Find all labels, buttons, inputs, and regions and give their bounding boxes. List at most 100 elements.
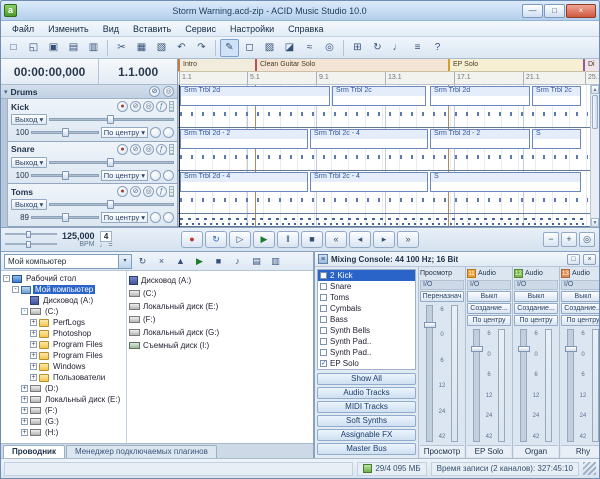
marker-bar[interactable]: Intro Clean Guitar Solo EP Solo Di [178, 59, 599, 72]
tree-label[interactable]: Рабочий стол [24, 274, 78, 283]
assignable-fx-button[interactable]: Assignable FX [317, 429, 416, 441]
file-item-removable-i[interactable]: Съемный диск (I:) [129, 339, 311, 352]
tree-item-drive-h[interactable]: + (H:) [1, 427, 126, 438]
channel-checkbox[interactable] [320, 305, 327, 312]
auto-preview-icon[interactable]: ♪ [229, 254, 246, 269]
channel-checkbox[interactable] [320, 327, 327, 334]
address-combo[interactable]: Мой компьютер ▾ [4, 253, 132, 269]
mute-button[interactable]: ⊘ [130, 143, 141, 155]
file-item-floppy-a[interactable]: Дисковод (A:) [129, 274, 311, 287]
tree-label[interactable]: Program Files [51, 351, 105, 360]
channel-item-synth-pad-1[interactable]: Synth Pad.. [318, 336, 415, 347]
close-button[interactable]: × [566, 3, 596, 18]
pan-button[interactable]: По центру [467, 315, 511, 326]
pan-slider[interactable] [31, 213, 99, 223]
tree-item-drive-d[interactable]: + (D:) [1, 383, 126, 394]
audio-clip[interactable]: Srm Trbl 2c - 4 [310, 129, 428, 149]
audio-clip[interactable]: Srm Trbl 2c [532, 86, 581, 106]
tree-label[interactable]: (C:) [43, 307, 60, 316]
channel-label[interactable]: Kick [337, 271, 352, 280]
expander[interactable]: + [21, 407, 28, 414]
menu-edit[interactable]: Изменить [41, 23, 96, 35]
chevron-down-icon[interactable]: ▾ [4, 88, 8, 96]
channel-item-kick[interactable]: 2 Kick [318, 270, 415, 281]
io-button[interactable]: I/O [420, 280, 464, 290]
tree-item-drive-c[interactable]: - (C:) [1, 306, 126, 317]
step-forward-button[interactable]: ▸ [373, 231, 395, 248]
file-label[interactable]: Дисковод (A:) [141, 276, 191, 285]
time-ruler[interactable]: 1.1 5.1 9.1 13.1 17.1 21.1 25.1 [178, 72, 599, 85]
stop-button[interactable]: ■ [301, 231, 323, 248]
loop-icon[interactable]: ↻ [368, 39, 387, 57]
pan-combo[interactable]: По центру ▾ [100, 169, 148, 181]
timecode-display[interactable]: 00:00:00,000 [1, 59, 100, 84]
send-knob[interactable] [163, 169, 174, 181]
go-to-start-button[interactable]: « [325, 231, 347, 248]
copy-icon[interactable]: ▦ [132, 39, 151, 57]
track-fx-button[interactable]: ƒ [156, 186, 167, 198]
pan-slider[interactable] [31, 170, 99, 180]
render-as-icon[interactable]: ▤ [64, 39, 83, 57]
expander[interactable]: + [30, 374, 37, 381]
channel-label[interactable]: EP Solo [330, 359, 359, 368]
tree-label[interactable]: Мой компьютер [33, 285, 96, 294]
track-height-slider[interactable] [5, 231, 57, 238]
tree-label[interactable]: Дисковод (A:) [41, 296, 95, 305]
strip-name[interactable]: Просмотр [420, 445, 464, 457]
stop-preview-icon[interactable]: ■ [210, 254, 227, 269]
file-label[interactable]: Локальный диск (G:) [143, 328, 219, 337]
midi-tracks-button[interactable]: MIDI Tracks [317, 401, 416, 413]
send-knob[interactable] [163, 127, 174, 138]
show-all-button[interactable]: Show All [317, 373, 416, 385]
file-label[interactable]: (C:) [143, 289, 156, 298]
mute-button[interactable]: ⊘ [130, 101, 141, 112]
go-to-end-button[interactable]: » [397, 231, 419, 248]
solo-button[interactable]: ◎ [143, 101, 154, 112]
paste-icon[interactable]: ▧ [152, 39, 171, 57]
expander[interactable]: + [21, 385, 28, 392]
timeline-vertical-scrollbar[interactable]: ▲ ▼ [590, 85, 599, 227]
maximize-button[interactable]: □ [544, 3, 565, 18]
bpm-value[interactable]: 125,000 [62, 231, 95, 241]
insert-fx-button[interactable]: Создание... [561, 303, 599, 314]
play-preview-icon[interactable]: ▶ [191, 254, 208, 269]
menu-options[interactable]: Настройки [223, 23, 281, 35]
file-item-drive-f[interactable]: (F:) [129, 313, 311, 326]
tree-label[interactable]: (H:) [43, 428, 60, 437]
mute-button[interactable]: Выкл [514, 291, 558, 302]
loop-playback-button[interactable]: ↻ [205, 231, 227, 248]
file-item-drive-c[interactable]: (C:) [129, 287, 311, 300]
lane-next-partial[interactable] [178, 214, 590, 227]
channel-label[interactable]: Bass [330, 315, 348, 324]
track-name[interactable]: Snare [11, 144, 115, 154]
io-button[interactable]: I/O [514, 280, 558, 290]
audio-tracks-button[interactable]: Audio Tracks [317, 387, 416, 399]
tab-plugin-manager[interactable]: Менеджер подключаемых плагинов [65, 445, 217, 458]
track-fx-button[interactable]: ƒ [156, 143, 167, 155]
zoom-tool-icon[interactable]: ◎ [320, 39, 339, 57]
tree-item-program-files[interactable]: + Program Files [1, 339, 126, 350]
expander[interactable]: - [21, 308, 28, 315]
cut-icon[interactable]: ✂ [112, 39, 131, 57]
arm-record-button[interactable]: ● [117, 101, 128, 112]
track-header-toms[interactable]: Toms ● ⊘ ◎ ƒ Выход ▾ 89 По центру ▾ [8, 184, 177, 227]
resize-grip[interactable] [583, 462, 596, 475]
timeline[interactable]: Intro Clean Guitar Solo EP Solo Di 1.1 5… [178, 59, 599, 227]
channel-label[interactable]: Synth Pad.. [330, 337, 371, 346]
audio-clip[interactable]: S [532, 129, 581, 149]
dock-icon[interactable]: □ [567, 253, 580, 265]
snap-icon[interactable]: ⊞ [348, 39, 367, 57]
scroll-up-icon[interactable]: ▲ [591, 85, 599, 94]
track-header-kick[interactable]: Kick ● ⊘ ◎ ƒ Выход ▾ 100 По центру ▾ [8, 99, 177, 142]
tree-item-photoshop[interactable]: + Photoshop [1, 328, 126, 339]
section-marker-di[interactable]: Di [583, 59, 599, 71]
tab-explorer[interactable]: Проводник [3, 445, 65, 458]
strip-name[interactable]: Organ [514, 445, 558, 457]
channel-checkbox-checked[interactable]: ✓ [320, 360, 327, 367]
time-signature-value[interactable]: 4 [99, 230, 113, 242]
section-marker-intro[interactable]: Intro [178, 59, 255, 71]
channel-label[interactable]: Synth Bells [330, 326, 370, 335]
lane-snare[interactable]: Srm Trbl 2d - 2 Srm Trbl 2c - 4 Srm Trbl… [178, 128, 590, 171]
tree-item-my-computer[interactable]: - Мой компьютер [1, 284, 126, 295]
mixer-icon[interactable]: ≡ [408, 39, 427, 57]
